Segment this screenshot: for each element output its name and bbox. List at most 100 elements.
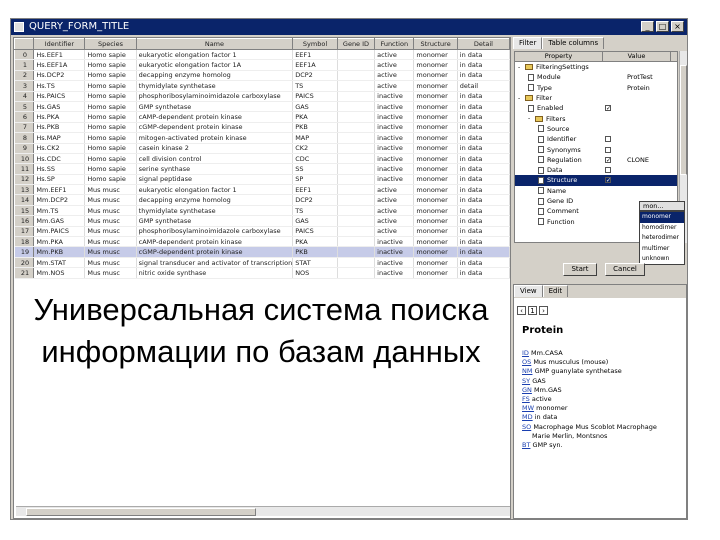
column-header[interactable]: Name: [135, 38, 294, 50]
property-row[interactable]: Name: [515, 186, 677, 196]
close-button[interactable]: ×: [671, 21, 684, 32]
record-value: GAS: [532, 376, 546, 385]
table-row[interactable]: 14 Mm.DCP2 Mus musc decapping enzyme homolo…: [14, 194, 510, 206]
table-cell: monomer: [413, 80, 458, 92]
property-row[interactable]: Data: [515, 165, 677, 175]
record-key[interactable]: SY: [522, 377, 530, 385]
table-cell: Mm.EEF1: [33, 184, 86, 196]
checkbox[interactable]: ✓: [605, 177, 611, 184]
start-button[interactable]: Start: [563, 263, 597, 276]
record-key[interactable]: GN: [522, 386, 532, 394]
column-header[interactable]: Detail: [456, 38, 510, 50]
record-value: Mm.CASA: [531, 349, 563, 357]
checkbox[interactable]: ✓: [605, 105, 611, 112]
table-row[interactable]: 16 Mm.GAS Mus musc GMP synthetase GAS active m…: [14, 215, 510, 227]
property-row[interactable]: Type Protein: [515, 83, 677, 93]
table-cell: [337, 153, 376, 165]
table-row[interactable]: 20 Mm.STAT Mus musc signal transducer and a…: [14, 257, 510, 269]
property-row[interactable]: - FilteringSettings: [515, 62, 677, 72]
record-key[interactable]: MW: [522, 404, 534, 412]
expand-toggle-icon[interactable]: -: [518, 95, 523, 102]
scroll-thumb[interactable]: [680, 65, 687, 175]
checkbox[interactable]: [605, 146, 611, 153]
table-row[interactable]: 1 Hs.EEF1A Homo sapie eukaryotic elongation…: [14, 59, 510, 71]
dropdown-option[interactable]: multimer: [640, 244, 684, 255]
maximize-button[interactable]: □: [656, 21, 669, 32]
minimize-button[interactable]: _: [641, 21, 654, 32]
property-row[interactable]: Structure ✓: [515, 175, 677, 186]
table-row[interactable]: 13 Mm.EEF1 Mus musc eukaryotic elongation f…: [14, 184, 510, 196]
table-cell: thymidylate synthetase: [136, 80, 294, 92]
table-cell: Homo sapie: [84, 70, 137, 82]
checkbox[interactable]: ✓: [605, 156, 611, 163]
table-row[interactable]: 9 Hs.CK2 Homo sapie casein kinase 2 CK2 inact…: [14, 143, 510, 154]
structure-combo[interactable]: mon...: [639, 201, 685, 211]
record-line: Marie Merlin, Montsnos: [522, 432, 607, 440]
table-row[interactable]: 18 Mm.PKA Mus musc cAMP-dependent protein k…: [14, 236, 510, 248]
record-value: monomer: [536, 404, 568, 413]
table-row[interactable]: 17 Mm.PAICS Mus musc phosphoribosylaminoimi…: [14, 226, 510, 238]
table-cell: active: [374, 215, 415, 227]
column-header[interactable]: Species: [84, 38, 137, 50]
table-cell: cAMP-dependent protein kinase: [136, 111, 294, 123]
dropdown-option[interactable]: monomer: [640, 212, 684, 223]
prev-page-icon[interactable]: ‹: [517, 306, 526, 315]
table-cell: inactive: [374, 143, 415, 154]
expand-toggle-icon[interactable]: -: [518, 64, 523, 71]
table-row[interactable]: 19 Mm.PKB Mus musc cGMP-dependent protein k…: [14, 246, 510, 258]
table-row[interactable]: 6 Hs.PKA Homo sapie cAMP-dependent protein …: [14, 111, 510, 123]
dropdown-option[interactable]: heterodimer: [640, 233, 684, 244]
tab-view[interactable]: View: [514, 285, 543, 297]
table-row[interactable]: 8 Hs.MAP Homo sapie mitogen-activated prote…: [14, 132, 510, 144]
tab-edit[interactable]: Edit: [542, 285, 569, 297]
table-row[interactable]: 2 Hs.DCP2 Homo sapie decapping enzyme homol…: [14, 70, 510, 82]
table-cell: Hs.EEF1: [33, 49, 86, 61]
column-header[interactable]: Structure: [413, 38, 458, 50]
column-header[interactable]: Symbol: [292, 38, 338, 50]
table-cell: inactive: [374, 163, 415, 175]
table-row[interactable]: 10 Hs.CDC Homo sapie cell division control C…: [14, 153, 510, 165]
table-cell: in data: [457, 49, 510, 61]
table-row[interactable]: 3 Hs.TS Homo sapie thymidylate synthetase TS…: [14, 80, 510, 92]
property-row[interactable]: - Filters: [515, 113, 677, 123]
record-key[interactable]: FS: [522, 395, 530, 403]
view-tabs: View Edit: [514, 285, 686, 298]
horizontal-scrollbar[interactable]: [16, 506, 510, 516]
checkbox[interactable]: [605, 136, 611, 143]
table-row[interactable]: 21 Mm.NOS Mus musc nitric oxide synthase NOS…: [14, 267, 510, 279]
property-row[interactable]: Synonyms: [515, 144, 677, 154]
record-key[interactable]: SO: [522, 423, 531, 431]
property-row[interactable]: Source: [515, 124, 677, 134]
scroll-thumb[interactable]: [26, 508, 256, 516]
property-row[interactable]: Identifier: [515, 134, 677, 144]
property-row[interactable]: Enabled ✓: [515, 103, 677, 113]
column-header[interactable]: Gene ID: [336, 38, 376, 50]
table-row[interactable]: 11 Hs.SS Homo sapie serine synthase SS inacti…: [14, 163, 510, 175]
record-key[interactable]: MD: [522, 413, 533, 421]
property-row[interactable]: Regulation ✓ CLONE: [515, 155, 677, 165]
cancel-button[interactable]: Cancel: [605, 263, 645, 276]
expand-toggle-icon[interactable]: -: [528, 115, 533, 122]
table-row[interactable]: 5 Hs.GAS Homo sapie GMP synthetase GAS inacti…: [14, 101, 510, 113]
table-row[interactable]: 12 Hs.SP Homo sapie signal peptidase SP inact…: [14, 174, 510, 186]
dropdown-option[interactable]: unknown: [640, 254, 684, 265]
table-row[interactable]: 4 Hs.PAICS Homo sapie phosphoribosylaminoim…: [14, 91, 510, 102]
column-header[interactable]: [14, 38, 35, 50]
record-key[interactable]: ID: [522, 349, 529, 357]
column-header[interactable]: Function: [374, 38, 415, 50]
next-page-icon[interactable]: ›: [539, 306, 548, 315]
dropdown-option[interactable]: homodimer: [640, 223, 684, 234]
query-form-window: QUERY_FORM_TITLE _ □ × Identifier Species…: [10, 18, 688, 520]
checkbox[interactable]: [605, 167, 611, 174]
property-row[interactable]: Module ProtTest: [515, 72, 677, 82]
record-key[interactable]: OS: [522, 358, 531, 366]
column-header[interactable]: Identifier: [33, 38, 86, 50]
record-key[interactable]: BT: [522, 441, 530, 449]
record-key[interactable]: NM: [522, 367, 532, 375]
property-row[interactable]: - Filter: [515, 93, 677, 103]
table-row[interactable]: 7 Hs.PKB Homo sapie cGMP-dependent protein …: [14, 122, 510, 134]
table-row[interactable]: 15 Mm.TS Mus musc thymidylate synthetase TS a…: [14, 205, 510, 217]
table-row[interactable]: 0 Hs.EEF1 Homo sapie eukaryotic elongation …: [14, 49, 510, 61]
tab-filter[interactable]: Filter: [513, 37, 543, 49]
tab-table-columns[interactable]: Table columns: [542, 37, 605, 49]
